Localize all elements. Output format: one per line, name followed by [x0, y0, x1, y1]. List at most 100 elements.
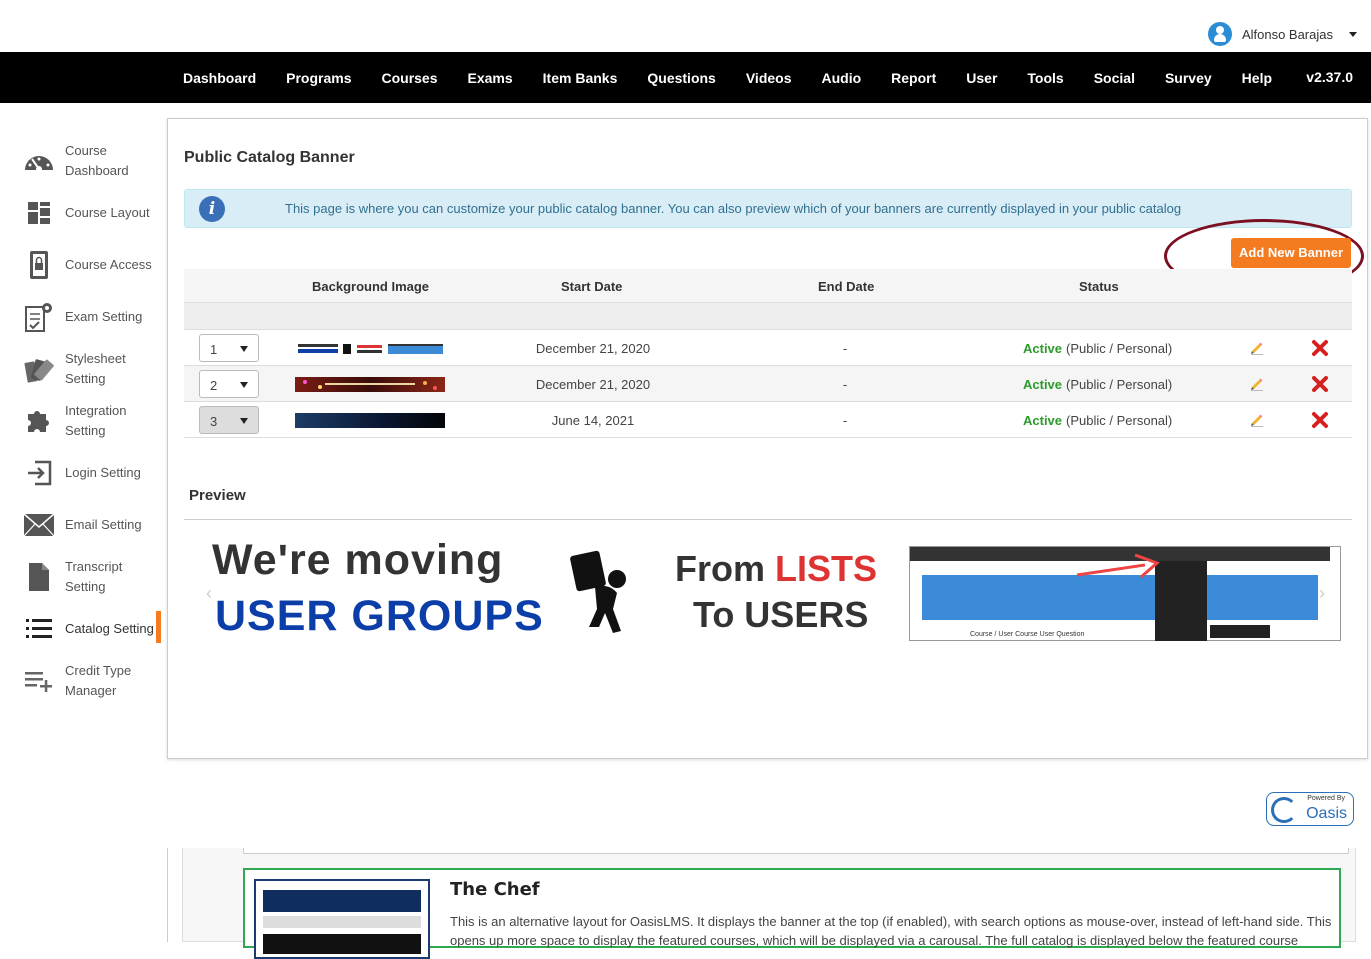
card-description: This is an alternative layout for OasisL…	[450, 914, 1332, 948]
banner-heading-2: USER GROUPS	[215, 592, 544, 640]
layout-thumbnail	[254, 879, 430, 959]
nav-videos[interactable]: Videos	[731, 70, 807, 86]
status-cell: Active (Public / Personal)	[1023, 341, 1172, 356]
nav-programs[interactable]: Programs	[271, 70, 366, 86]
sidebar-item-label: Credit Type Manager	[65, 663, 132, 698]
order-select[interactable]: 1	[199, 334, 259, 362]
user-name: Alfonso Barajas	[1241, 26, 1333, 42]
sidebar-item-catalog-setting[interactable]: Catalog Setting	[0, 603, 161, 655]
table-header: Background Image Start Date End Date Sta…	[184, 269, 1352, 303]
nav-survey[interactable]: Survey	[1150, 70, 1227, 86]
user-menu[interactable]: Alfonso Barajas	[1207, 22, 1357, 46]
carousel-prev-icon[interactable]: ‹	[206, 583, 212, 604]
end-date: -	[842, 413, 848, 428]
nav-questions[interactable]: Questions	[632, 70, 730, 86]
layout-card-the-chef[interactable]: The Chef This is an alternative layout f…	[243, 868, 1341, 959]
sidebar-item-label: Catalog Setting	[65, 621, 154, 636]
info-alert: i This page is where you can customize y…	[184, 189, 1352, 228]
banner-from-text: From LISTS	[675, 548, 878, 589]
pencil-icon[interactable]	[1250, 341, 1264, 358]
nav-tools[interactable]: Tools	[1012, 70, 1078, 86]
status-badge: Active	[1023, 413, 1063, 428]
oasis-swirl-icon	[1271, 797, 1297, 823]
swatches-icon	[22, 352, 56, 386]
divider	[184, 519, 1352, 520]
banner-preview: We're moving USER GROUPS ‹ From LISTS To…	[184, 533, 1352, 653]
header-status: Status	[1079, 279, 1119, 294]
start-date: June 14, 2021	[551, 413, 635, 428]
pencil-icon[interactable]	[1250, 413, 1264, 430]
sidebar-item-credit-type-manager[interactable]: Credit Type Manager	[0, 655, 161, 707]
chevron-down-icon	[1349, 31, 1357, 37]
banner-heading-1: We're moving	[212, 536, 504, 584]
info-icon: i	[199, 196, 225, 222]
table-row: 1 December 21, 2020 - Active (Public / Pe…	[184, 330, 1352, 366]
sidebar-item-email-setting[interactable]: Email Setting	[0, 499, 161, 551]
list-add-icon	[22, 664, 56, 698]
sidebar-item-label: Course Dashboard	[65, 143, 129, 178]
gauge-icon	[22, 144, 56, 178]
screenshot-caption: Course / User Course User Question	[970, 631, 1085, 638]
top-bar: Alfonso Barajas	[0, 0, 1371, 52]
status-cell: Active (Public / Personal)	[1023, 413, 1172, 428]
sidebar-item-course-layout[interactable]: Course Layout	[0, 187, 161, 239]
nav-item-banks[interactable]: Item Banks	[528, 70, 633, 86]
puzzle-icon	[22, 404, 56, 438]
table-row: 3 June 14, 2021 - Active (Public / Person…	[184, 402, 1352, 438]
nav-help[interactable]: Help	[1227, 70, 1287, 86]
sidebar: Course Dashboard Course Layout Course Ac…	[0, 135, 161, 707]
main-panel: Public Catalog Banner i This page is whe…	[167, 118, 1368, 759]
nav-exams[interactable]: Exams	[453, 70, 528, 86]
sidebar-item-label: Email Setting	[65, 517, 142, 532]
list-icon	[22, 612, 56, 646]
preview-title: Preview	[189, 487, 246, 504]
nav-dashboard[interactable]: Dashboard	[168, 70, 271, 86]
banner-table: Background Image Start Date End Date Sta…	[184, 269, 1352, 438]
sidebar-item-exam-setting[interactable]: Exam Setting	[0, 291, 161, 343]
user-avatar-icon	[1207, 22, 1232, 46]
status-badge: Active	[1023, 377, 1063, 392]
layout-icon	[22, 196, 56, 230]
sidebar-item-stylesheet-setting[interactable]: Stylesheet Setting	[0, 343, 161, 395]
end-date: -	[842, 377, 848, 392]
order-select[interactable]: 2	[199, 370, 259, 398]
document-icon	[22, 560, 56, 594]
banner-thumbnail	[295, 377, 445, 392]
sidebar-item-label: Exam Setting	[65, 309, 143, 324]
order-select[interactable]: 3	[199, 406, 259, 434]
status-visibility: (Public / Personal)	[1066, 413, 1173, 428]
sidebar-item-label: Course Access	[65, 257, 152, 272]
status-visibility: (Public / Personal)	[1066, 341, 1173, 356]
sidebar-item-course-dashboard[interactable]: Course Dashboard	[0, 135, 161, 187]
sidebar-item-label: Login Setting	[65, 465, 141, 480]
sidebar-item-label: Course Layout	[65, 205, 150, 220]
sidebar-item-transcript-setting[interactable]: Transcript Setting	[0, 551, 161, 603]
delete-icon[interactable]	[1312, 340, 1328, 359]
sidebar-item-integration-setting[interactable]: Integration Setting	[0, 395, 161, 447]
exam-gear-icon	[22, 300, 56, 334]
banner-to-text: To USERS	[693, 594, 869, 635]
sidebar-item-course-access[interactable]: Course Access	[0, 239, 161, 291]
delete-icon[interactable]	[1312, 412, 1328, 431]
banner-screenshot-image: Course / User Course User Question	[909, 546, 1341, 641]
nav-social[interactable]: Social	[1079, 70, 1150, 86]
start-date: December 21, 2020	[535, 341, 651, 356]
status-badge: Active	[1023, 341, 1063, 356]
nav-report[interactable]: Report	[876, 70, 951, 86]
nav-courses[interactable]: Courses	[366, 70, 452, 86]
envelope-icon	[22, 508, 56, 542]
banner-thumbnail	[295, 341, 445, 356]
login-icon	[22, 456, 56, 490]
page-title: Public Catalog Banner	[184, 149, 355, 166]
person-carrying-box-icon	[570, 550, 626, 633]
nav-audio[interactable]: Audio	[807, 70, 877, 86]
add-new-banner-button[interactable]: Add New Banner	[1231, 238, 1351, 268]
sidebar-item-label: Stylesheet Setting	[65, 351, 126, 386]
delete-icon[interactable]	[1312, 376, 1328, 395]
pencil-icon[interactable]	[1250, 377, 1264, 394]
start-date: December 21, 2020	[535, 377, 651, 392]
nav-user[interactable]: User	[951, 70, 1012, 86]
status-visibility: (Public / Personal)	[1066, 377, 1173, 392]
sidebar-item-login-setting[interactable]: Login Setting	[0, 447, 161, 499]
carousel-next-icon[interactable]: ›	[1319, 583, 1325, 604]
